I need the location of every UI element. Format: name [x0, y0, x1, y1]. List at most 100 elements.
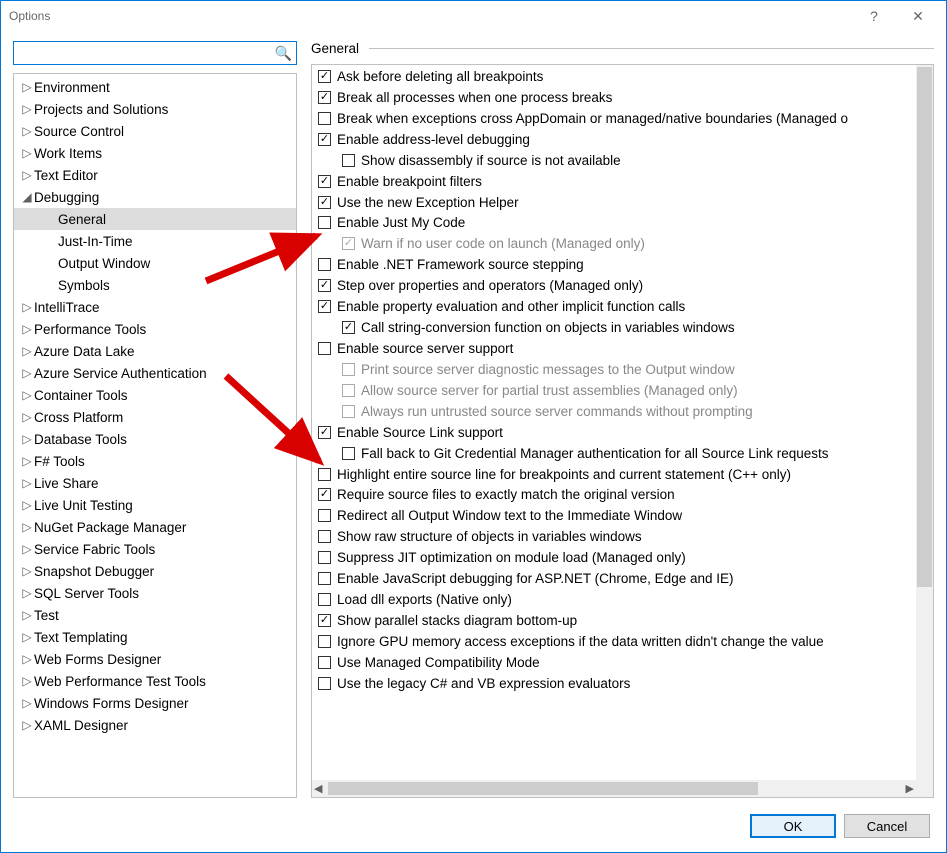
checkbox[interactable]: ✓: [318, 614, 331, 627]
tree-item[interactable]: ▷Work Items: [14, 142, 296, 164]
checkbox[interactable]: ✓: [342, 321, 355, 334]
checkbox[interactable]: ✓: [318, 70, 331, 83]
tree-item[interactable]: Just-In-Time: [14, 230, 296, 252]
option-row[interactable]: ✓Ask before deleting all breakpoints: [314, 67, 916, 88]
horizontal-scrollbar[interactable]: ◀ ▶: [312, 780, 916, 797]
tree-item[interactable]: ▷Azure Data Lake: [14, 340, 296, 362]
expand-icon[interactable]: ▷: [20, 432, 34, 446]
tree-item[interactable]: ▷Performance Tools: [14, 318, 296, 340]
checkbox[interactable]: ✓: [318, 133, 331, 146]
tree-item[interactable]: ▷SQL Server Tools: [14, 582, 296, 604]
option-row[interactable]: Load dll exports (Native only): [314, 590, 916, 611]
checkbox[interactable]: [318, 216, 331, 229]
expand-icon[interactable]: ▷: [20, 674, 34, 688]
option-row[interactable]: Enable JavaScript debugging for ASP.NET …: [314, 569, 916, 590]
scroll-left-icon[interactable]: ◀: [314, 782, 322, 795]
tree-item[interactable]: Output Window: [14, 252, 296, 274]
tree-item[interactable]: ▷Container Tools: [14, 384, 296, 406]
tree-item[interactable]: ◢Debugging: [14, 186, 296, 208]
expand-icon[interactable]: ▷: [20, 102, 34, 116]
tree-item[interactable]: ▷Projects and Solutions: [14, 98, 296, 120]
expand-icon[interactable]: ▷: [20, 718, 34, 732]
tree-item[interactable]: ▷XAML Designer: [14, 714, 296, 736]
option-row[interactable]: Enable source server support: [314, 339, 916, 360]
expand-icon[interactable]: ▷: [20, 520, 34, 534]
option-row[interactable]: Show disassembly if source is not availa…: [314, 151, 916, 172]
help-button[interactable]: ?: [852, 1, 896, 31]
vscroll-thumb[interactable]: [917, 67, 932, 587]
tree-item[interactable]: ▷Environment: [14, 76, 296, 98]
tree-item[interactable]: ▷Text Editor: [14, 164, 296, 186]
expand-icon[interactable]: ▷: [20, 124, 34, 138]
expand-icon[interactable]: ▷: [20, 168, 34, 182]
tree-item[interactable]: ▷Live Share: [14, 472, 296, 494]
expand-icon[interactable]: ▷: [20, 80, 34, 94]
hscroll-thumb[interactable]: [328, 782, 758, 795]
tree-item[interactable]: ▷NuGet Package Manager: [14, 516, 296, 538]
tree-item[interactable]: ▷Web Performance Test Tools: [14, 670, 296, 692]
cancel-button[interactable]: Cancel: [844, 814, 930, 838]
option-row[interactable]: ✓Require source files to exactly match t…: [314, 485, 916, 506]
tree-item[interactable]: ▷F# Tools: [14, 450, 296, 472]
tree-item[interactable]: ▷Database Tools: [14, 428, 296, 450]
checkbox[interactable]: [318, 509, 331, 522]
option-row[interactable]: Enable .NET Framework source stepping: [314, 255, 916, 276]
tree-item[interactable]: ▷Windows Forms Designer: [14, 692, 296, 714]
option-row[interactable]: ✓Enable Source Link support: [314, 423, 916, 444]
checkbox[interactable]: [318, 112, 331, 125]
tree-item[interactable]: ▷Source Control: [14, 120, 296, 142]
checkbox[interactable]: ✓: [318, 279, 331, 292]
checkbox[interactable]: [318, 468, 331, 481]
checkbox[interactable]: ✓: [318, 488, 331, 501]
expand-icon[interactable]: ▷: [20, 366, 34, 380]
options-list[interactable]: ✓Ask before deleting all breakpoints✓Bre…: [312, 65, 916, 780]
option-row[interactable]: ✓Use the new Exception Helper: [314, 193, 916, 214]
option-row[interactable]: ✓Show parallel stacks diagram bottom-up: [314, 611, 916, 632]
checkbox[interactable]: [318, 635, 331, 648]
expand-icon[interactable]: ▷: [20, 652, 34, 666]
expand-icon[interactable]: ▷: [20, 322, 34, 336]
close-button[interactable]: ✕: [896, 1, 940, 31]
option-row[interactable]: ✓Call string-conversion function on obje…: [314, 318, 916, 339]
checkbox[interactable]: [342, 447, 355, 460]
category-tree[interactable]: ▷Environment▷Projects and Solutions▷Sour…: [13, 73, 297, 798]
tree-item[interactable]: ▷IntelliTrace: [14, 296, 296, 318]
expand-icon[interactable]: ▷: [20, 586, 34, 600]
expand-icon[interactable]: ▷: [20, 630, 34, 644]
tree-item[interactable]: ▷Web Forms Designer: [14, 648, 296, 670]
vertical-scrollbar[interactable]: [916, 65, 933, 797]
expand-icon[interactable]: ▷: [20, 146, 34, 160]
tree-item[interactable]: ▷Live Unit Testing: [14, 494, 296, 516]
checkbox[interactable]: [318, 572, 331, 585]
option-row[interactable]: ✓Enable breakpoint filters: [314, 172, 916, 193]
option-row[interactable]: ✓Enable property evaluation and other im…: [314, 297, 916, 318]
tree-item[interactable]: General: [14, 208, 296, 230]
expand-icon[interactable]: ▷: [20, 542, 34, 556]
checkbox[interactable]: ✓: [318, 300, 331, 313]
expand-icon[interactable]: ▷: [20, 344, 34, 358]
option-row[interactable]: Suppress JIT optimization on module load…: [314, 548, 916, 569]
checkbox[interactable]: ✓: [318, 196, 331, 209]
expand-icon[interactable]: ▷: [20, 410, 34, 424]
option-row[interactable]: Enable Just My Code: [314, 213, 916, 234]
checkbox[interactable]: ✓: [318, 175, 331, 188]
tree-item[interactable]: ▷Service Fabric Tools: [14, 538, 296, 560]
ok-button[interactable]: OK: [750, 814, 836, 838]
checkbox[interactable]: [318, 551, 331, 564]
tree-item[interactable]: Symbols: [14, 274, 296, 296]
expand-icon[interactable]: ▷: [20, 454, 34, 468]
tree-item[interactable]: ▷Cross Platform: [14, 406, 296, 428]
option-row[interactable]: Show raw structure of objects in variabl…: [314, 527, 916, 548]
scroll-right-icon[interactable]: ▶: [906, 782, 914, 795]
expand-icon[interactable]: ▷: [20, 300, 34, 314]
expand-icon[interactable]: ▷: [20, 498, 34, 512]
tree-item[interactable]: ▷Azure Service Authentication: [14, 362, 296, 384]
search-icon[interactable]: 🔍: [275, 45, 292, 62]
tree-item[interactable]: ▷Snapshot Debugger: [14, 560, 296, 582]
option-row[interactable]: Ignore GPU memory access exceptions if t…: [314, 632, 916, 653]
option-row[interactable]: ✓Break all processes when one process br…: [314, 88, 916, 109]
expand-icon[interactable]: ▷: [20, 608, 34, 622]
expand-icon[interactable]: ▷: [20, 388, 34, 402]
checkbox[interactable]: [318, 593, 331, 606]
checkbox[interactable]: ✓: [318, 91, 331, 104]
